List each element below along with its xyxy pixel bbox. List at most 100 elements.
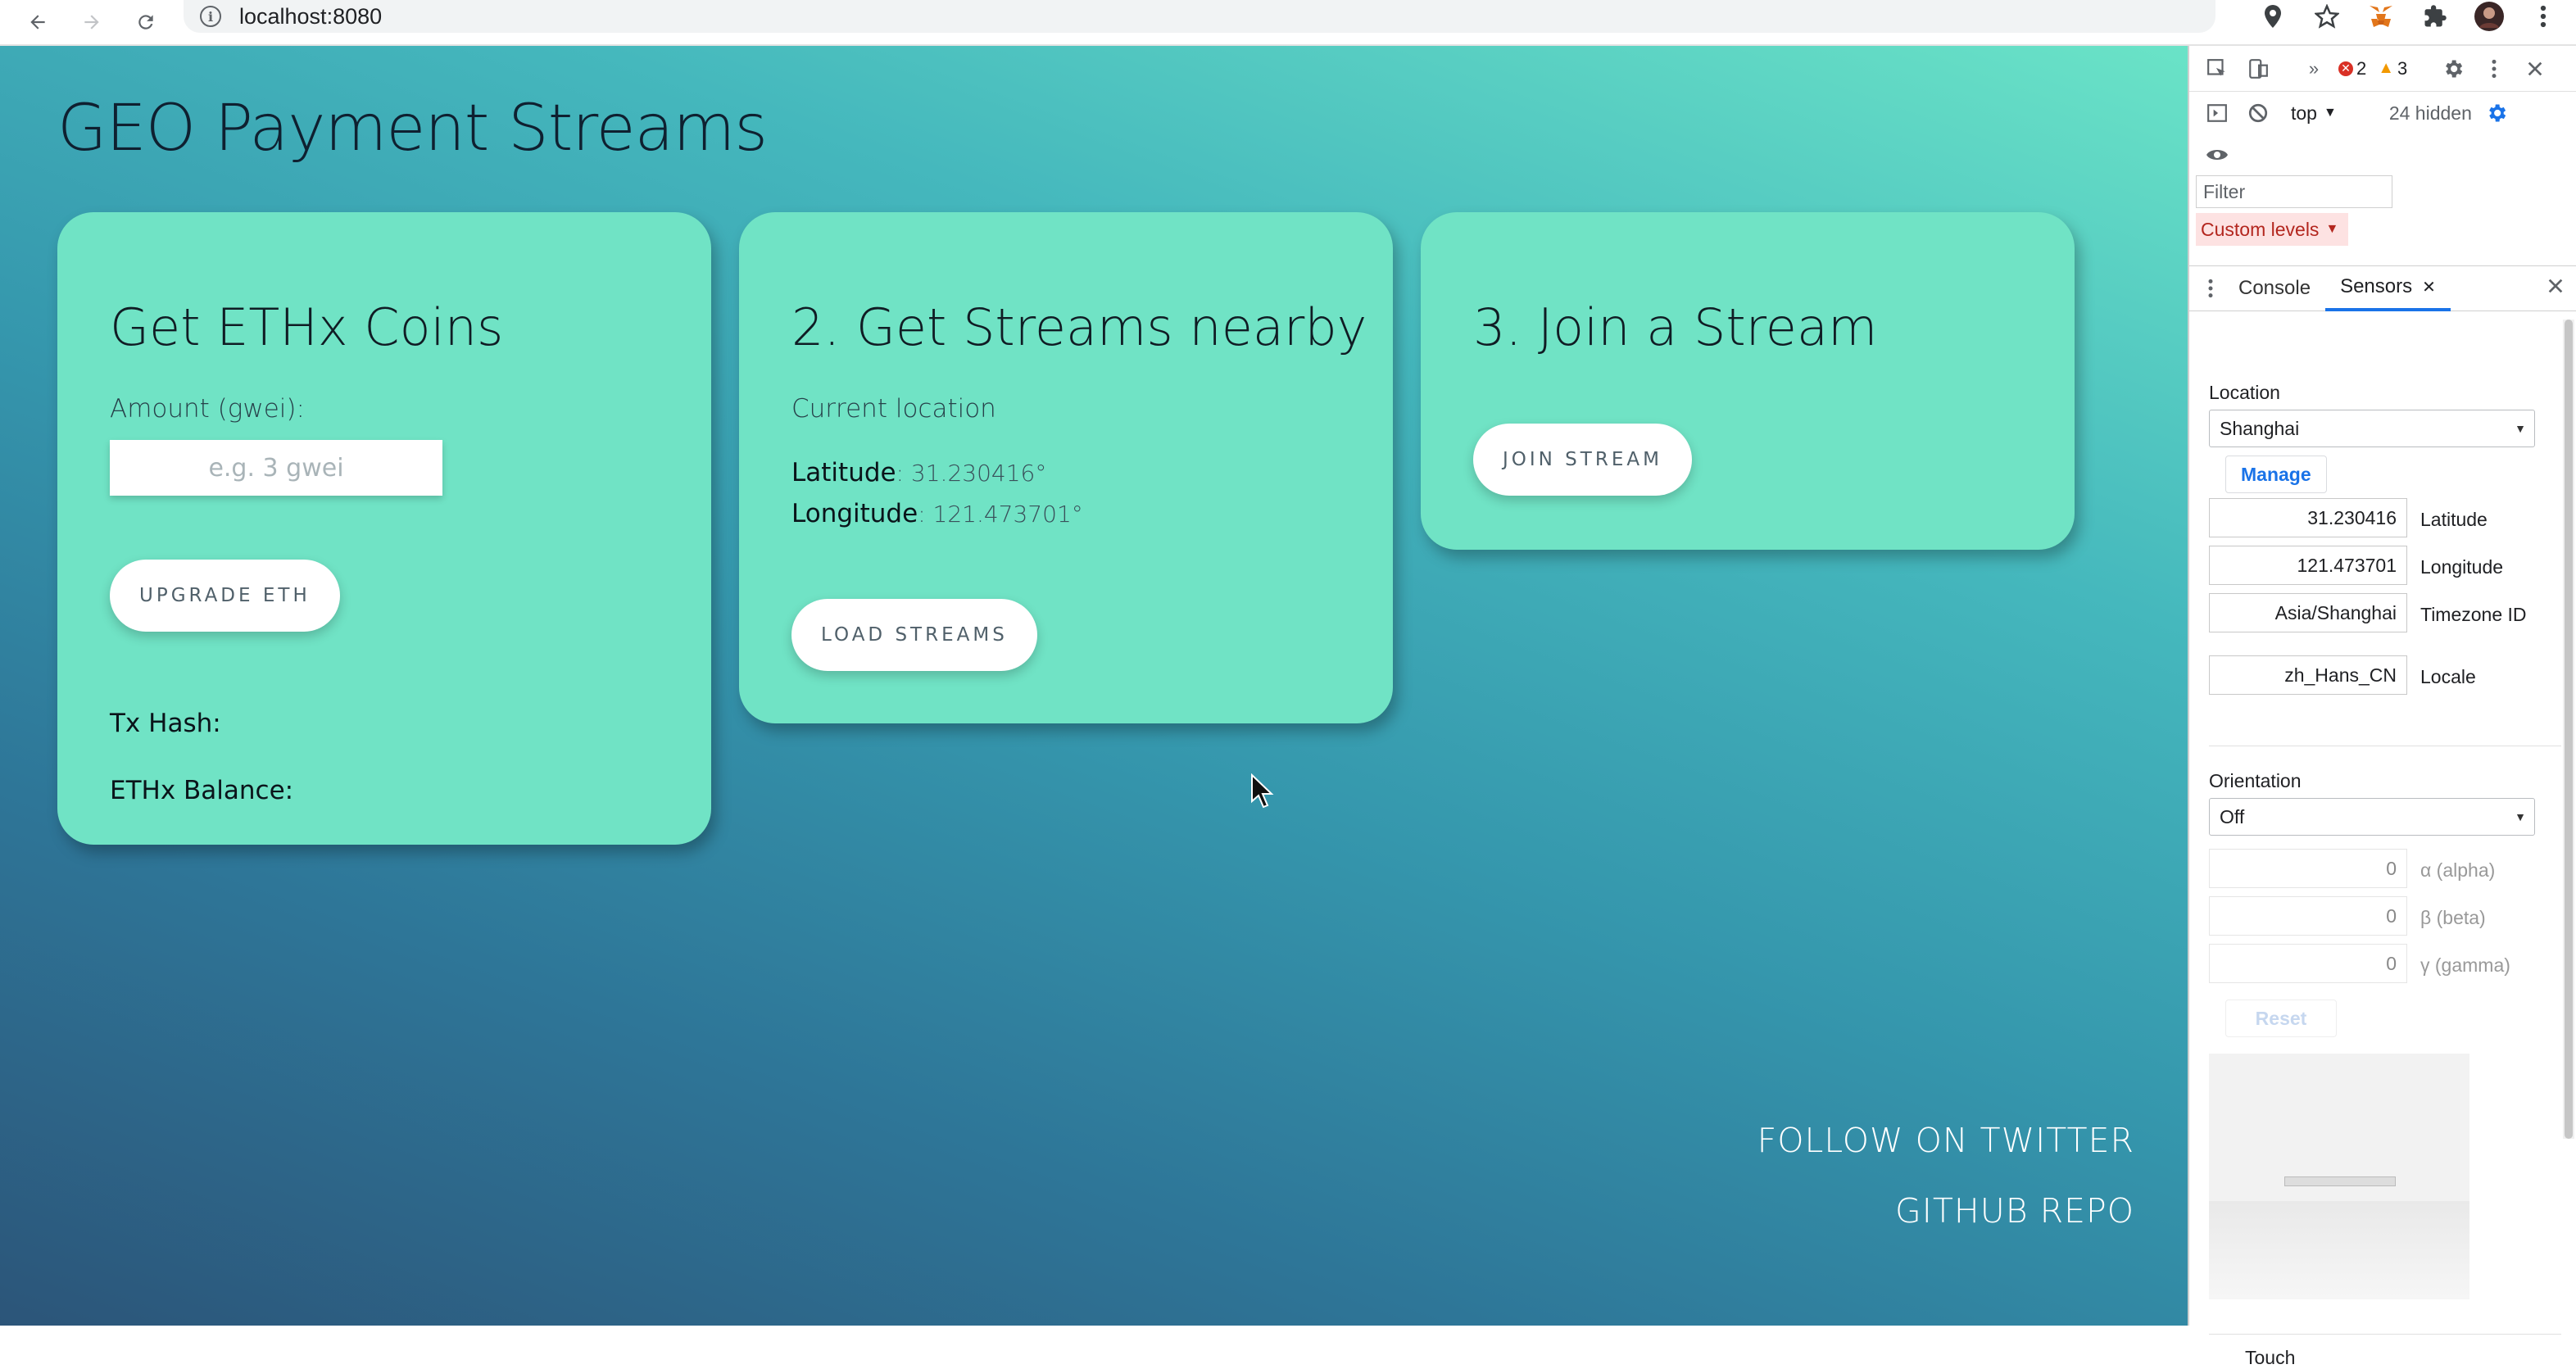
context-value: top — [2291, 102, 2317, 124]
twitter-link[interactable]: FOLLOW ON TWITTER — [1757, 1121, 2134, 1160]
timezone-input[interactable]: Asia/Shanghai — [2209, 593, 2407, 632]
extensions-puzzle-icon[interactable] — [2420, 2, 2450, 31]
section-divider — [2209, 1334, 2561, 1335]
gamma-field-label: γ (gamma) — [2420, 954, 2510, 976]
scrollbar-thumb[interactable] — [2565, 320, 2573, 1139]
hidden-count: 24 hidden — [2388, 102, 2472, 124]
reload-icon — [138, 15, 153, 29]
metamask-fox-icon[interactable] — [2366, 2, 2396, 31]
location-pin-icon[interactable] — [2258, 2, 2288, 31]
forward-button[interactable] — [75, 6, 108, 39]
page-viewport: GEO Payment Streams Get ETHx Coins Amoun… — [0, 46, 2188, 1326]
sensors-panel: Location Shanghai ▼ Manage 31.230416 Lat… — [2189, 313, 2576, 1368]
console-settings-icon[interactable] — [2483, 100, 2510, 126]
load-streams-button[interactable]: LOAD STREAMS — [791, 599, 1037, 671]
manage-button[interactable]: Manage — [2225, 456, 2327, 493]
longitude-value: : 121.473701° — [918, 501, 1083, 528]
sidebar-toggle-icon[interactable] — [2204, 100, 2230, 126]
live-expression-row — [2189, 134, 2576, 175]
gamma-input[interactable]: 0 — [2209, 944, 2407, 983]
location-select-value: Shanghai — [2220, 417, 2300, 439]
error-count: 2 — [2356, 57, 2367, 79]
tx-hash-label: Tx Hash: — [110, 709, 221, 738]
reload-button[interactable] — [129, 6, 162, 39]
tab-sensors[interactable]: Sensors ✕ — [2325, 265, 2451, 311]
bookmark-star-icon[interactable] — [2312, 2, 2342, 31]
caret-down-icon: ▼ — [2515, 810, 2526, 823]
streams-card: 2. Get Streams nearby Current location L… — [739, 212, 1393, 723]
device-model — [2284, 1176, 2396, 1186]
alpha-input[interactable]: 0 — [2209, 849, 2407, 888]
log-levels-dropdown[interactable]: Custom levels ▼ — [2196, 213, 2349, 246]
menu-kebab-icon[interactable] — [2528, 2, 2558, 31]
join-stream-button[interactable]: JOIN STREAM — [1473, 424, 1692, 496]
context-selector[interactable]: top ▼ — [2291, 102, 2337, 125]
error-badge[interactable]: ✕ 2 — [2338, 58, 2366, 79]
inspect-element-icon[interactable] — [2204, 56, 2230, 82]
error-icon: ✕ — [2338, 61, 2353, 76]
more-panels-icon[interactable]: » — [2301, 56, 2327, 82]
latitude-label: Latitude — [791, 458, 896, 487]
close-drawer-icon[interactable] — [2547, 277, 2565, 301]
streams-card-title: 2. Get Streams nearby — [791, 297, 1367, 357]
address-bar[interactable]: i localhost:8080 — [184, 0, 2215, 33]
drawer-menu-icon[interactable] — [2197, 275, 2224, 301]
warning-badge[interactable]: ▲ 3 — [2378, 58, 2407, 79]
amount-input[interactable] — [110, 440, 442, 496]
browser-toolbar: i localhost:8080 — [0, 0, 2576, 46]
latitude-value: : 31.230416° — [896, 460, 1047, 487]
latitude-input[interactable]: 31.230416 — [2209, 498, 2407, 537]
url-text: localhost:8080 — [239, 3, 383, 29]
console-filter-input[interactable]: Filter — [2196, 175, 2392, 208]
github-link[interactable]: GITHUB REPO — [1895, 1191, 2134, 1231]
join-card: 3. Join a Stream JOIN STREAM — [1421, 212, 2075, 550]
back-button[interactable] — [21, 6, 54, 39]
caret-down-icon: ▼ — [2515, 422, 2526, 435]
longitude-input[interactable]: 121.473701 — [2209, 546, 2407, 585]
ethx-balance-label: ETHx Balance: — [110, 776, 294, 805]
warning-icon: ▲ — [2378, 59, 2395, 77]
site-info-icon[interactable]: i — [200, 6, 221, 27]
browser-actions — [2258, 0, 2576, 33]
close-tab-icon[interactable]: ✕ — [2422, 277, 2436, 297]
touch-label: Touch — [2245, 1347, 2296, 1368]
tab-console[interactable]: Console — [2224, 265, 2325, 311]
devtools-main-toolbar: » ✕ 2 ▲ 3 — [2189, 46, 2576, 92]
sensors-scrollbar[interactable] — [2563, 320, 2574, 1139]
longitude-field-label: Longitude — [2420, 556, 2504, 578]
orientation-label: Orientation — [2209, 770, 2302, 791]
tab-sensors-label: Sensors — [2340, 275, 2413, 297]
amount-label: Amount (gwei): — [110, 394, 305, 424]
profile-avatar[interactable] — [2474, 2, 2504, 31]
reset-button[interactable]: Reset — [2225, 1000, 2337, 1037]
alpha-field-label: α (alpha) — [2420, 859, 2496, 881]
arrow-right-icon — [84, 15, 99, 29]
coins-card-title: Get ETHx Coins — [110, 297, 504, 357]
current-location-label: Current location — [791, 394, 996, 424]
device-toolbar-icon[interactable] — [2245, 56, 2271, 82]
clear-console-icon[interactable] — [2245, 100, 2271, 126]
upgrade-eth-button[interactable]: UPGRADE ETH — [110, 560, 340, 632]
latitude-field-label: Latitude — [2420, 509, 2488, 530]
beta-input[interactable]: 0 — [2209, 896, 2407, 936]
coins-card: Get ETHx Coins Amount (gwei): UPGRADE ET… — [57, 212, 711, 845]
beta-field-label: β (beta) — [2420, 907, 2486, 928]
join-card-title: 3. Join a Stream — [1473, 297, 1878, 357]
longitude-line: Longitude: 121.473701° — [791, 499, 1083, 528]
devtools-menu-icon[interactable] — [2481, 56, 2507, 82]
latitude-line: Latitude: 31.230416° — [791, 458, 1046, 487]
eye-icon[interactable] — [2204, 142, 2230, 168]
console-toolbar: top ▼ 24 hidden — [2189, 92, 2576, 134]
caret-down-icon: ▼ — [2323, 106, 2337, 120]
warning-count: 3 — [2397, 57, 2408, 79]
orientation-select[interactable]: Off ▼ — [2209, 798, 2535, 836]
location-select[interactable]: Shanghai ▼ — [2209, 410, 2535, 447]
orientation-select-value: Off — [2220, 805, 2245, 827]
close-devtools-icon[interactable] — [2522, 56, 2548, 82]
settings-gear-icon[interactable] — [2440, 56, 2466, 82]
location-label: Location — [2209, 382, 2280, 403]
orientation-preview[interactable] — [2209, 1054, 2469, 1299]
locale-field-label: Locale — [2420, 666, 2476, 687]
timezone-field-label: Timezone ID — [2420, 604, 2527, 625]
locale-input[interactable]: zh_Hans_CN — [2209, 655, 2407, 695]
